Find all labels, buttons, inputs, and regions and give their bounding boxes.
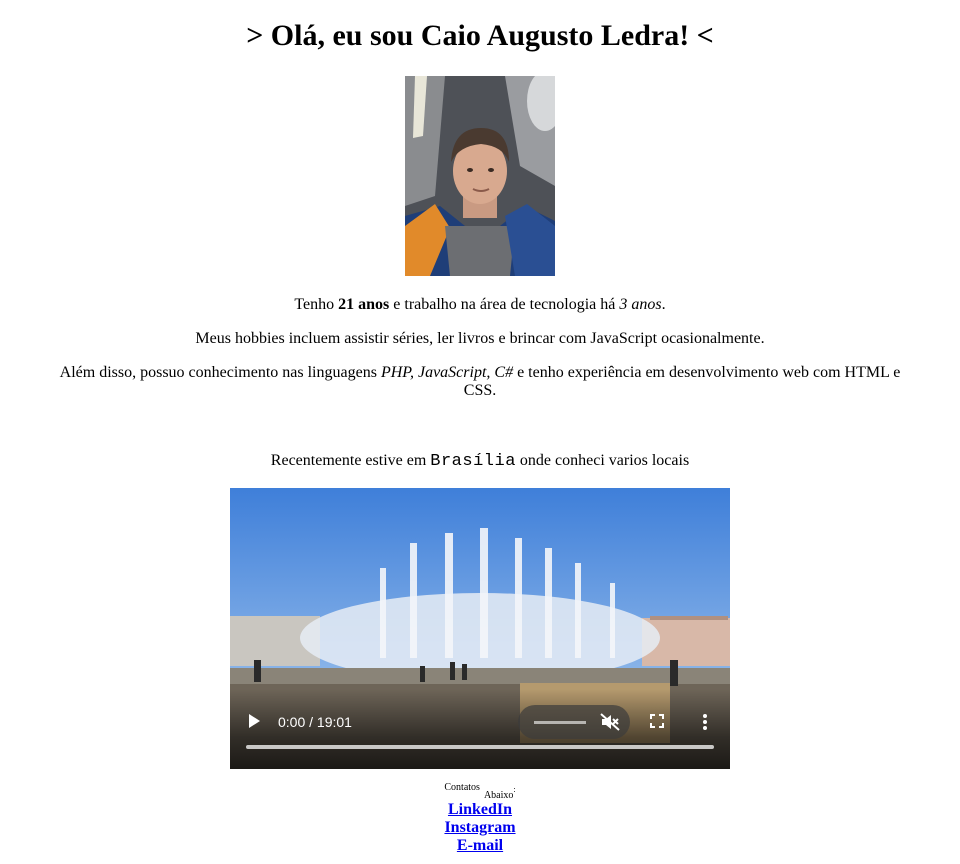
intro-age-paragraph: Tenho 21 anos e trabalho na área de tecn… <box>0 296 960 314</box>
travel-text: onde conheci varios locais <box>515 452 690 469</box>
travel-paragraph: Recentemente estive em Brasília onde con… <box>0 452 960 471</box>
skills-paragraph: Além disso, possuo conhecimento nas ling… <box>0 364 960 400</box>
intro-text: . <box>661 296 666 313</box>
experience-years: 3 anos <box>619 296 662 313</box>
instagram-link[interactable]: Instagram <box>0 819 960 837</box>
contacts-label: Contatos <box>444 782 480 793</box>
languages-list: PHP, JavaScript, C# <box>380 364 514 381</box>
video-player[interactable]: 0:00 / 19:01 <box>230 488 730 769</box>
contacts-heading: Contatos Abaixo: <box>0 775 960 801</box>
video-time: 0:00 / 19:01 <box>278 714 352 730</box>
play-icon[interactable] <box>246 713 262 729</box>
skills-text: Além disso, possuo conhecimento nas ling… <box>59 364 381 381</box>
profile-photo <box>405 76 555 276</box>
video-progress-bar[interactable] <box>246 745 714 749</box>
linkedin-link[interactable]: LinkedIn <box>0 801 960 819</box>
video-controls: 0:00 / 19:01 <box>230 689 730 769</box>
age-value: 21 anos <box>338 296 390 313</box>
volume-slider[interactable] <box>534 721 586 724</box>
profile-photo-container <box>0 76 960 276</box>
fullscreen-icon[interactable] <box>650 714 664 728</box>
email-link[interactable]: E-mail <box>0 837 960 855</box>
page-title: > Olá, eu sou Caio Augusto Ledra! < <box>246 19 714 52</box>
hobbies-paragraph: Meus hobbies incluem assistir séries, le… <box>195 330 765 347</box>
contact-links: LinkedIn Instagram E-mail <box>0 801 960 855</box>
page: > Olá, eu sou Caio Augusto Ledra! < Tenh… <box>0 0 960 855</box>
more-options-icon[interactable] <box>702 713 708 731</box>
travel-text: Recentemente estive em <box>270 452 431 469</box>
volume-muted-icon[interactable] <box>600 713 620 731</box>
intro-text: e trabalho na área de tecnologia há <box>389 296 620 313</box>
contacts-label: Abaixo <box>483 790 514 801</box>
intro-text: Tenho <box>294 296 339 313</box>
skills-text: e tenho experiência em desenvolvimento w… <box>463 364 901 399</box>
contacts-label: : <box>513 785 516 794</box>
city-name: Brasília <box>430 452 516 471</box>
